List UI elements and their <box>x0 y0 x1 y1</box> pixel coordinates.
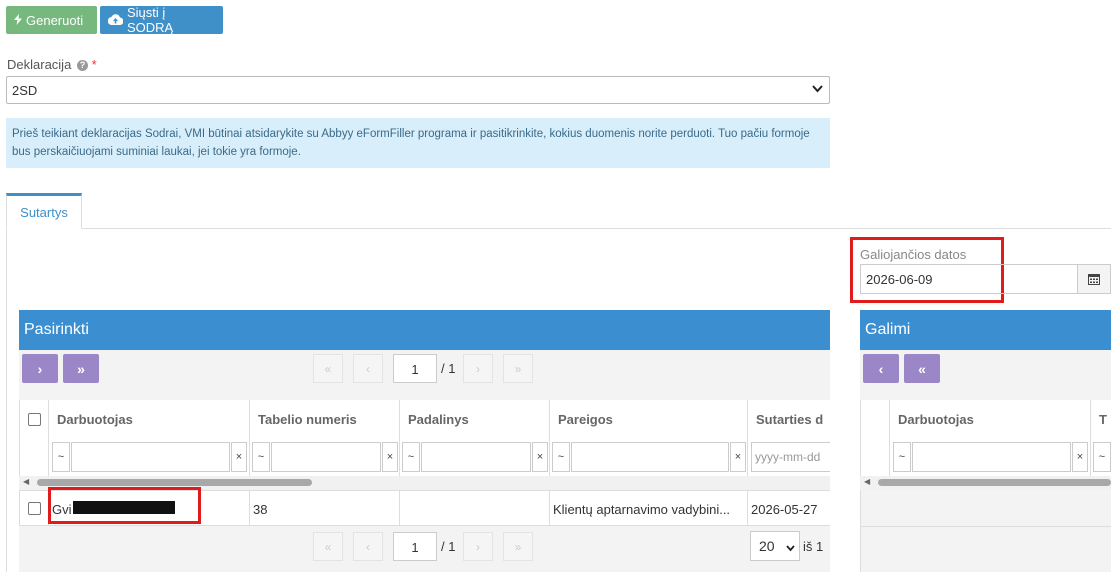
available-filter-employee-input[interactable] <box>912 442 1071 472</box>
chevron-down-icon <box>812 82 823 96</box>
available-panel-header: Galimi <box>860 310 1111 350</box>
scroll-left-arrow-icon[interactable]: ◀ <box>23 477 29 486</box>
filter-operator-button[interactable]: ~ <box>52 442 70 472</box>
available-column-header-tab-number[interactable]: T <box>1091 400 1111 440</box>
cloud-upload-icon <box>107 13 124 28</box>
filter-tab-number-input[interactable] <box>271 442 381 472</box>
page-number-input[interactable]: 1 <box>393 532 437 561</box>
cell-contract-date[interactable]: 2026-05-27 <box>748 490 830 526</box>
column-header-unit[interactable]: Padalinys <box>400 400 550 440</box>
filter-cell-empty <box>19 440 49 476</box>
generate-button[interactable]: Generuoti <box>6 6 97 34</box>
declaration-label: Deklaracija ? * <box>7 57 97 72</box>
filter-operator-button[interactable]: ~ <box>402 442 420 472</box>
cell-tab-number[interactable]: 38 <box>250 490 400 526</box>
records-of-total: iš 1 <box>803 539 824 554</box>
tab-sutartys[interactable]: Sutartys <box>6 193 82 229</box>
calendar-icon[interactable] <box>1078 264 1111 294</box>
first-page-button[interactable]: « <box>313 354 343 383</box>
column-header-tab-number[interactable]: Tabelio numeris <box>250 400 400 440</box>
filter-date-input[interactable]: yyyy-mm-dd <box>751 442 830 472</box>
declaration-label-text: Deklaracija <box>7 57 72 72</box>
scroll-left-arrow-icon[interactable]: ◀ <box>864 477 870 486</box>
send-to-sodra-button[interactable]: Siųsti į SODRĄ <box>100 5 223 35</box>
next-page-button[interactable]: › <box>463 532 493 561</box>
filter-clear-button[interactable]: × <box>1072 442 1088 472</box>
page-total: / 1 <box>441 361 456 376</box>
available-panel-body <box>860 490 1111 572</box>
column-header-employee[interactable]: Darbuotojas <box>49 400 250 440</box>
bolt-icon <box>14 13 22 28</box>
filter-employee-input[interactable] <box>71 442 230 472</box>
filter-clear-button[interactable]: × <box>231 442 247 472</box>
page-size-select[interactable]: 20 <box>750 531 800 561</box>
move-right-button[interactable]: › <box>22 354 58 383</box>
chevron-down-icon <box>786 539 795 555</box>
filter-unit: ~ × <box>400 440 550 476</box>
page-total: / 1 <box>441 539 456 554</box>
tab-content-border <box>6 229 7 572</box>
header-select-all <box>19 400 49 440</box>
filter-unit-input[interactable] <box>421 442 531 472</box>
available-filter-tab-number: ~ <box>1091 440 1111 476</box>
column-header-position[interactable]: Pareigos <box>550 400 748 440</box>
declaration-select[interactable]: 2SD <box>6 76 830 104</box>
move-all-left-button[interactable]: « <box>904 354 940 383</box>
available-header-select <box>860 400 890 440</box>
filter-operator-button[interactable]: ~ <box>552 442 570 472</box>
info-alert: Prieš teikiant deklaracijas Sodrai, VMI … <box>6 118 830 168</box>
page-size-value: 20 <box>759 538 775 554</box>
filter-clear-button[interactable]: × <box>382 442 398 472</box>
filter-tab-number: ~ × <box>250 440 400 476</box>
select-all-checkbox[interactable] <box>28 413 41 426</box>
filter-operator-button[interactable]: ~ <box>893 442 911 472</box>
filter-operator-button[interactable]: ~ <box>252 442 270 472</box>
next-page-button[interactable]: › <box>463 354 493 383</box>
validity-date-input[interactable]: 2026-06-09 <box>860 264 1078 294</box>
required-mark: * <box>91 57 97 72</box>
filter-employee: ~ × <box>49 440 250 476</box>
help-icon[interactable]: ? <box>76 60 88 71</box>
cell-position[interactable]: Klientų aptarnavimo vadybini... <box>550 490 748 526</box>
filter-clear-button[interactable]: × <box>730 442 746 472</box>
row-checkbox[interactable] <box>28 502 41 515</box>
prev-page-button[interactable]: ‹ <box>353 532 383 561</box>
page-number-input[interactable]: 1 <box>393 354 437 383</box>
selected-panel-header: Pasirinkti <box>19 310 830 350</box>
generate-label: Generuoti <box>26 12 84 28</box>
filter-clear-button[interactable]: × <box>532 442 548 472</box>
filter-contract-date: yyyy-mm-dd <box>748 440 830 476</box>
validity-date-label: Galiojančios datos <box>860 247 967 262</box>
available-filter-employee: ~ × <box>890 440 1091 476</box>
highlight-box-employee <box>48 487 201 524</box>
move-left-button[interactable]: ‹ <box>863 354 899 383</box>
filter-operator-button[interactable]: ~ <box>1093 442 1111 472</box>
column-header-contract-date[interactable]: Sutarties d <box>748 400 830 440</box>
move-all-right-button[interactable]: » <box>63 354 99 383</box>
available-scrollbar-thumb[interactable] <box>878 479 1111 486</box>
available-column-header-employee[interactable]: Darbuotojas <box>890 400 1091 440</box>
last-page-button[interactable]: » <box>503 354 533 383</box>
available-filter-empty <box>860 440 890 476</box>
last-page-button[interactable]: » <box>503 532 533 561</box>
filter-position: ~ × <box>550 440 748 476</box>
filter-position-input[interactable] <box>571 442 729 472</box>
tab-divider <box>6 228 1111 229</box>
declaration-selected-value: 2SD <box>12 83 38 98</box>
first-page-button[interactable]: « <box>313 532 343 561</box>
available-panel-divider <box>860 526 1111 527</box>
cell-unit[interactable] <box>400 490 550 526</box>
row-select-cell <box>19 490 49 526</box>
scrollbar-thumb[interactable] <box>37 479 312 486</box>
send-label: Siųsti į SODRĄ <box>127 5 174 35</box>
prev-page-button[interactable]: ‹ <box>353 354 383 383</box>
